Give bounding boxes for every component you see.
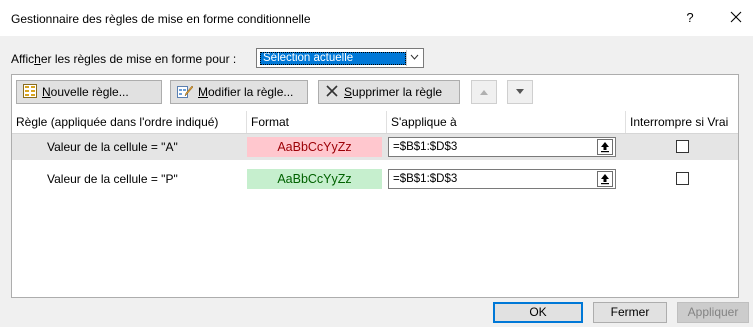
- applies-to-field[interactable]: =$B$1:$D$3: [388, 169, 616, 189]
- rule-description: Valeur de la cellule = "A": [47, 140, 178, 154]
- rules-panel: Nouvelle règle... Modifier la règle... S…: [11, 74, 739, 298]
- upload-arrow-icon: [601, 142, 609, 153]
- show-rules-label-pre: Affic: [11, 52, 35, 66]
- delete-rule-label: Supprimer la règle: [344, 85, 442, 99]
- help-icon: ?: [686, 10, 694, 25]
- delete-rule-button[interactable]: Supprimer la règle: [318, 80, 460, 104]
- applies-to-value: =$B$1:$D$3: [393, 173, 458, 185]
- new-rule-button[interactable]: Nouvelle règle...: [16, 80, 162, 104]
- show-rules-label-key: h: [34, 52, 41, 66]
- title-bar: Gestionnaire des règles de mise en forme…: [0, 0, 753, 36]
- format-preview[interactable]: AaBbCcYyZz: [247, 137, 382, 157]
- column-header-rule[interactable]: Règle (appliquée dans l'ordre indiqué): [12, 111, 247, 133]
- edit-rule-key: M: [198, 85, 208, 99]
- delete-rule-rest: upprimer la règle: [352, 85, 443, 99]
- new-rule-key: N: [42, 85, 51, 99]
- close-dialog-button[interactable]: Fermer: [593, 302, 667, 323]
- close-button[interactable]: [727, 8, 745, 26]
- table-row[interactable]: Valeur de la cellule = "P" AaBbCcYyZz =$…: [12, 166, 738, 192]
- help-button[interactable]: ?: [681, 9, 699, 27]
- new-rule-rest: ouvelle règle...: [50, 85, 129, 99]
- delete-icon: [325, 84, 339, 101]
- edit-rule-icon: [177, 84, 194, 101]
- dropdown-arrow[interactable]: [406, 50, 422, 66]
- new-rule-label: Nouvelle règle...: [42, 85, 129, 99]
- ok-button[interactable]: OK: [493, 302, 583, 323]
- edit-rule-label: Modifier la règle...: [198, 85, 293, 99]
- close-icon: [730, 11, 742, 23]
- move-up-button[interactable]: [471, 80, 497, 104]
- upload-arrow-icon: [601, 174, 609, 185]
- apply-button[interactable]: Appliquer: [677, 302, 749, 323]
- edit-rule-button[interactable]: Modifier la règle...: [170, 80, 308, 104]
- stop-if-true-checkbox[interactable]: [676, 172, 689, 185]
- window-title: Gestionnaire des règles de mise en forme…: [11, 12, 311, 26]
- arrow-up-icon: [480, 90, 488, 95]
- table-row[interactable]: Valeur de la cellule = "A" AaBbCcYyZz =$…: [12, 134, 738, 160]
- stop-if-true-checkbox[interactable]: [676, 140, 689, 153]
- range-collapse-button[interactable]: [597, 139, 613, 155]
- rule-description: Valeur de la cellule = "P": [47, 172, 178, 186]
- range-collapse-button[interactable]: [597, 171, 613, 187]
- chevron-down-icon: [410, 54, 419, 60]
- table-header: Règle (appliquée dans l'ordre indiqué) F…: [12, 111, 738, 134]
- column-header-applies-to[interactable]: S'applique à: [387, 111, 626, 133]
- new-rule-icon: [23, 83, 37, 101]
- show-rules-label-post: er les règles de mise en forme pour :: [40, 52, 237, 66]
- applies-to-field[interactable]: =$B$1:$D$3: [388, 137, 616, 157]
- arrow-down-icon: [516, 89, 524, 94]
- format-preview[interactable]: AaBbCcYyZz: [247, 169, 382, 189]
- applies-to-value: =$B$1:$D$3: [393, 141, 458, 153]
- column-header-stop-if-true[interactable]: Interrompre si Vrai: [626, 111, 738, 133]
- edit-rule-rest: odifier la règle...: [208, 85, 294, 99]
- show-rules-label: Afficher les règles de mise en forme pou…: [11, 52, 236, 66]
- show-rules-dropdown[interactable]: Sélection actuelle: [256, 48, 424, 68]
- delete-rule-key: S: [344, 85, 353, 99]
- column-header-format[interactable]: Format: [247, 111, 387, 133]
- show-rules-selected-value: Sélection actuelle: [260, 52, 406, 65]
- move-down-button[interactable]: [507, 80, 533, 104]
